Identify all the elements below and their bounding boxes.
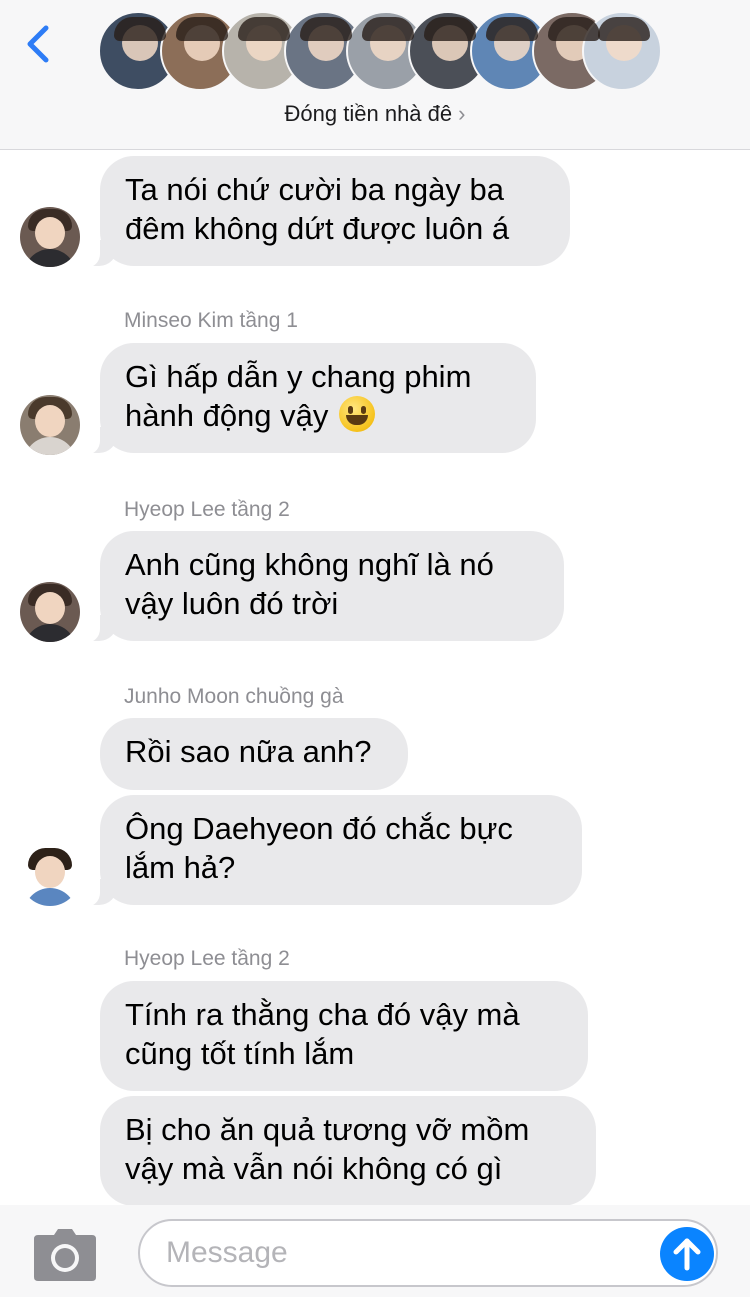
message-line: hành động vậy — [125, 396, 511, 435]
message-line: Tính ra thằng cha đó vậy mà — [125, 997, 520, 1032]
avatar[interactable] — [20, 395, 80, 455]
back-button[interactable] — [20, 22, 60, 66]
message-line: vậy mà vẫn nói không có gì — [125, 1151, 503, 1186]
message-line: Anh cũng không nghĩ là nó — [125, 547, 494, 582]
avatar[interactable] — [20, 846, 80, 906]
message-line: Rồi sao nữa anh? — [125, 734, 372, 769]
message-line: đêm không dứt được luôn á — [125, 211, 510, 246]
message-bubble[interactable]: Anh cũng không nghĩ là nó vậy luôn đó tr… — [78, 531, 564, 643]
compose-bar — [0, 1205, 750, 1297]
chevron-left-icon — [27, 25, 49, 63]
message-line: Gì hấp dẫn y chang phim — [125, 359, 472, 394]
message-line: Ông Daehyeon đó chắc bực — [125, 811, 513, 846]
sender-name: Hyeop Lee tầng 2 — [124, 947, 290, 970]
participant-avatars[interactable] — [98, 11, 662, 91]
message-input[interactable] — [166, 1231, 636, 1275]
arrow-up-icon — [673, 1238, 701, 1271]
group-name: Đóng tiền nhà đê — [284, 101, 453, 126]
message-line: vậy luôn đó trời — [125, 586, 339, 621]
message-bubble[interactable]: Gì hấp dẫn y chang phim hành động vậy — [78, 343, 536, 455]
message-bubble[interactable]: Bị cho ăn quả tương vỡ mồm vậy mà vẫn nó… — [100, 1096, 596, 1206]
message-bubble[interactable]: Ta nói chứ cười ba ngày ba đêm không dứt… — [78, 156, 570, 268]
grinning-face-emoji — [339, 396, 376, 432]
camera-button[interactable] — [34, 1229, 96, 1281]
message-line: Ta nói chứ cười ba ngày ba — [125, 172, 504, 207]
chevron-right-icon: › — [458, 101, 466, 126]
message-bubble[interactable]: Rồi sao nữa anh? — [100, 718, 408, 790]
message-line: cũng tốt tính lắm — [125, 1036, 355, 1071]
sender-name: Junho Moon chuồng gà — [124, 685, 344, 708]
conversation-header: Đóng tiền nhà đê › — [0, 0, 750, 150]
message-bubble[interactable]: Ông Daehyeon đó chắc bực lắm hả? — [78, 795, 582, 907]
camera-icon — [34, 1229, 96, 1281]
sender-name: Hyeop Lee tầng 2 — [124, 498, 290, 521]
message-field[interactable] — [138, 1219, 718, 1287]
avatar[interactable] — [20, 207, 80, 267]
sender-name: Minseo Kim tầng 1 — [124, 309, 298, 332]
message-line: lắm hả? — [125, 850, 236, 885]
message-bubble[interactable]: Tính ra thằng cha đó vậy mà cũng tốt tín… — [100, 981, 588, 1091]
avatar[interactable] — [20, 582, 80, 642]
message-line: Bị cho ăn quả tương vỡ mồm — [125, 1112, 530, 1147]
send-button[interactable] — [660, 1227, 714, 1281]
group-name-link[interactable]: Đóng tiền nhà đê › — [0, 101, 750, 127]
